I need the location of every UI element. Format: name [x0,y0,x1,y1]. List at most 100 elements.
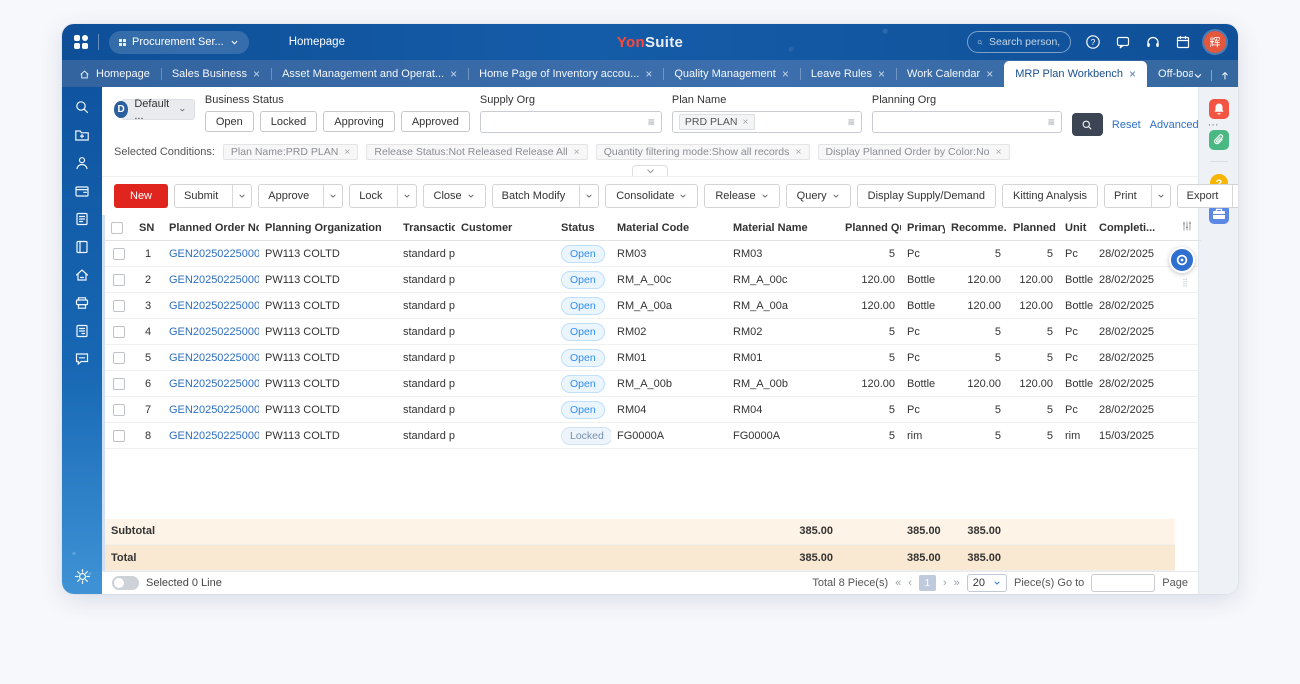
dropdown-caret-icon[interactable] [1232,185,1238,207]
tab-close-icon[interactable]: × [782,68,789,80]
supply-org-input-field[interactable] [487,116,642,128]
tabs-expand-icon[interactable] [1220,71,1230,81]
nav-title[interactable]: Homepage [289,36,345,48]
support-headset-icon[interactable] [1144,34,1161,51]
app-logo-icon[interactable] [74,35,88,49]
export-button[interactable]: Export [1177,184,1238,208]
settings-gear-icon[interactable] [73,567,91,585]
print-button[interactable]: Print [1104,184,1171,208]
column-header-transactio[interactable]: Transactio... [397,215,455,241]
lookup-icon[interactable]: ≡ [648,115,655,129]
row-checkbox[interactable] [113,352,125,364]
tab-sales-business[interactable]: Sales Business× [161,61,271,87]
tab-asset-management-and-operat[interactable]: Asset Management and Operat...× [271,61,468,87]
tab-leave-rules[interactable]: Leave Rules× [800,61,896,87]
tab-close-icon[interactable]: × [878,68,885,80]
status-filter-locked[interactable]: Locked [260,111,317,132]
dropdown-caret-icon[interactable] [579,185,598,207]
user-avatar[interactable]: 辉 [1204,31,1226,53]
reset-button[interactable]: Reset [1112,119,1141,131]
condition-tag-plan-name[interactable]: Plan Name:PRD PLAN× [223,144,359,160]
plan-name-tag[interactable]: PRD PLAN × [679,114,755,130]
new-button[interactable]: New [114,184,168,208]
order-no-link[interactable]: GEN202502250006 [169,300,259,312]
order-no-link[interactable]: GEN202502250008 [169,248,259,260]
notebook-icon[interactable] [73,238,91,256]
table-row[interactable]: 7GEN202502250002PW113 COLTDstandard p...… [105,397,1201,423]
close-button[interactable]: Close [423,184,486,208]
column-header-planned-order-no[interactable]: Planned Order No. [163,215,259,241]
next-page-button[interactable]: › [943,577,947,589]
table-row[interactable]: 8GEN202502250001PW113 COLTDstandard p...… [105,423,1201,449]
order-no-link[interactable]: GEN202502250007 [169,274,259,286]
folder-add-icon[interactable] [73,126,91,144]
table-row[interactable]: 4GEN202502250005PW113 COLTDstandard p...… [105,319,1201,345]
lock-button[interactable]: Lock [349,184,416,208]
prev-page-button[interactable]: ‹ [908,577,912,589]
planning-org-input[interactable]: ≡ [872,111,1062,133]
home-org-icon[interactable] [73,266,91,284]
kitting-analysis-button[interactable]: Kitting Analysis [1002,184,1098,208]
assistant-floating-button[interactable] [1169,247,1195,273]
filter-scheme-selector[interactable]: D Default ... [114,99,195,120]
column-header-planning-organization[interactable]: Planning Organization [259,215,397,241]
help-icon[interactable]: ? [1084,34,1101,51]
row-checkbox[interactable] [113,274,125,286]
global-search-input[interactable] [989,36,1061,48]
first-page-button[interactable]: « [895,577,901,589]
consolidate-button[interactable]: Consolidate [605,184,698,208]
order-no-link[interactable]: GEN202502250001 [169,430,259,442]
collapse-filter-button[interactable] [632,165,668,176]
column-header-recomme[interactable]: Recomme... [945,215,1007,241]
status-filter-approved[interactable]: Approved [401,111,470,132]
table-row[interactable]: 1GEN202502250008PW113 COLTDstandard p...… [105,241,1201,267]
condition-tag-release-status[interactable]: Release Status:Not Released Release All× [366,144,587,160]
tab-quality-management[interactable]: Quality Management× [663,61,800,87]
lookup-icon[interactable]: ≡ [848,115,855,129]
remove-tag-icon[interactable]: × [996,146,1002,158]
table-row[interactable]: 6GEN202502250003PW113 COLTDstandard p...… [105,371,1201,397]
drag-handle-icon[interactable]: ⣿ [1182,278,1189,287]
more-filters-button[interactable]: ··· [1208,119,1219,131]
planning-org-input-field[interactable] [879,116,1042,128]
printer-icon[interactable] [73,294,91,312]
column-header-customer[interactable]: Customer [455,215,555,241]
row-checkbox[interactable] [113,404,125,416]
current-page-button[interactable]: 1 [919,575,936,591]
wallet-icon[interactable] [73,182,91,200]
order-no-link[interactable]: GEN202502250004 [169,352,259,364]
column-header-planned-qu[interactable]: Planned Qu... [839,215,901,241]
app-switcher-button[interactable]: Procurement Ser... [109,31,249,54]
global-search[interactable] [967,31,1071,53]
tab-mrp-plan-workbench[interactable]: MRP Plan Workbench× [1004,61,1147,87]
page-size-select[interactable]: 20 [967,574,1007,592]
tab-close-icon[interactable]: × [1129,68,1136,80]
column-header-unit[interactable]: Unit [1059,215,1093,241]
tabs-chevron-down-icon[interactable] [1193,71,1203,81]
column-header-status[interactable]: Status [555,215,611,241]
search-submit-button[interactable] [1072,113,1103,136]
order-no-link[interactable]: GEN202502250003 [169,378,259,390]
tab-close-icon[interactable]: × [986,68,993,80]
column-header-completi[interactable]: Completi... [1093,215,1175,241]
tab-close-icon[interactable]: × [645,68,652,80]
condition-tag-display-planned-order-by-color[interactable]: Display Planned Order by Color:No× [818,144,1010,160]
tab-close-icon[interactable]: × [450,68,457,80]
remove-tag-icon[interactable]: × [574,146,580,158]
search-icon[interactable] [73,98,91,116]
tab-close-icon[interactable]: × [253,68,260,80]
table-row[interactable]: 2GEN202502250007PW113 COLTDstandard p...… [105,267,1201,293]
dropdown-caret-icon[interactable] [323,185,342,207]
row-checkbox[interactable] [113,300,125,312]
chat-icon[interactable] [73,350,91,368]
column-header-sn[interactable]: SN [133,215,163,241]
remove-tag-icon[interactable]: × [795,146,801,158]
advanced-button[interactable]: Advanced [1150,119,1199,131]
tab-homepage[interactable]: Homepage [68,61,161,87]
display-supply-demand-button[interactable]: Display Supply/Demand [857,184,996,208]
tab-off-boarding-confirmation[interactable]: Off-boarding Confirmation× [1147,61,1193,87]
column-header-planned-i[interactable]: Planned I... [1007,215,1059,241]
column-filter-icon[interactable] [1181,220,1193,232]
tab-home-page-of-inventory-accou[interactable]: Home Page of Inventory accou...× [468,61,663,87]
remove-tag-icon[interactable]: × [344,146,350,158]
